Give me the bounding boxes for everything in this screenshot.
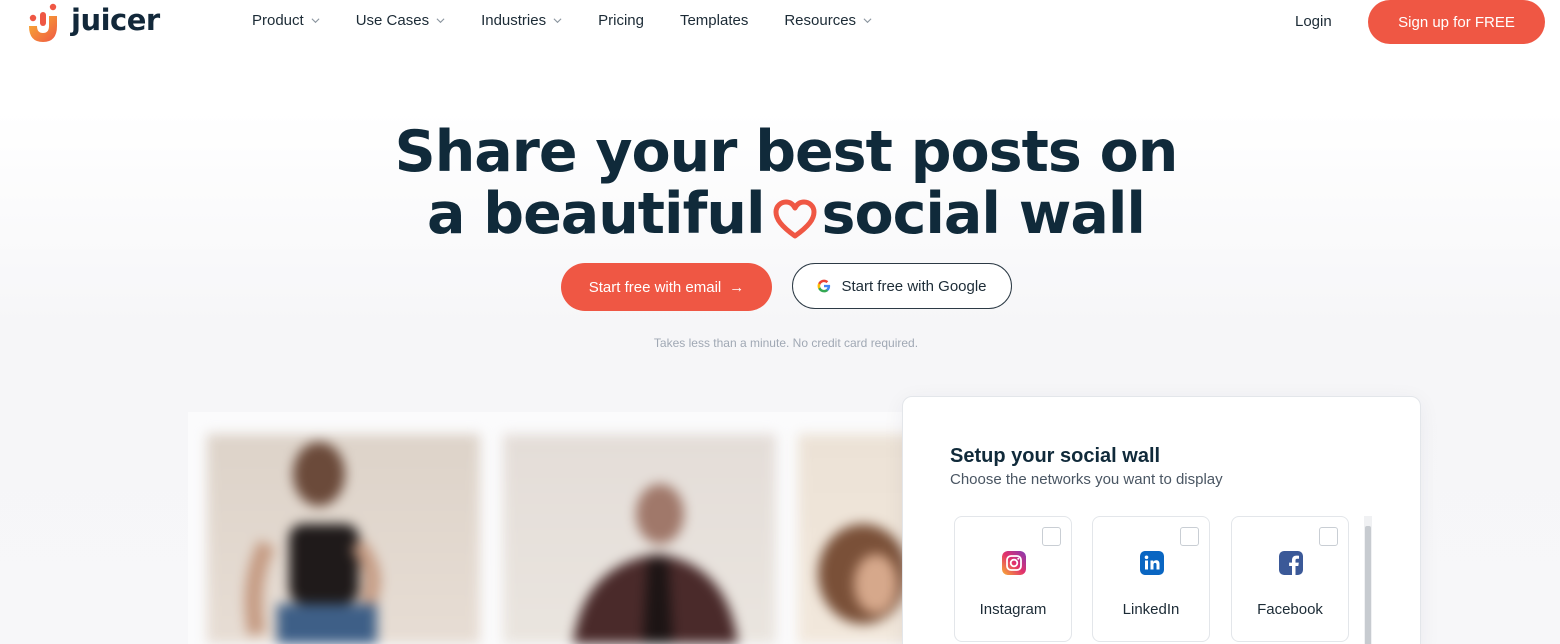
hero-line-2a: a beautiful [427,181,766,247]
network-option-facebook[interactable]: Facebook [1231,516,1349,642]
nav-item-industries[interactable]: Industries [481,12,562,29]
nav-item-label: Use Cases [355,12,430,29]
network-label: Facebook [1257,601,1323,618]
signup-note: Takes less than a minute. No credit card… [653,336,919,350]
network-label: LinkedIn [1122,601,1180,618]
juicer-logo[interactable]: juicer [27,2,160,42]
instagram-checkbox[interactable] [1042,527,1061,546]
nav-item-label: Industries [481,12,547,29]
chevron-down-icon [436,18,445,24]
nav-item-label: Resources [784,12,857,29]
network-list-scrollbar[interactable] [1364,516,1372,644]
brand-name: juicer [71,2,160,37]
hero-line-2b: social wall [821,181,1146,247]
main-nav: Product Use Cases Industries Pricing Tem… [252,12,908,29]
start-free-google-button[interactable]: Start free with Google [792,263,1012,309]
nav-item-product[interactable]: Product [252,12,320,29]
heart-icon [773,199,817,239]
facebook-icon [1279,551,1303,575]
signup-button[interactable]: Sign up for FREE [1368,0,1545,44]
nav-item-templates[interactable]: Templates [680,12,748,29]
start-free-email-label: Start free with email [588,278,722,296]
login-link[interactable]: Login [1295,13,1332,30]
preview-photo-man [503,434,776,644]
nav-item-pricing[interactable]: Pricing [598,12,644,29]
scrollbar-thumb[interactable] [1365,526,1371,644]
setup-social-wall-card: Setup your social wall Choose the networ… [902,396,1421,644]
setup-subtitle: Choose the networks you want to display [950,471,1223,488]
nav-item-label: Product [252,12,304,29]
network-option-linkedin[interactable]: LinkedIn [1092,516,1210,642]
chevron-down-icon [311,18,320,24]
nav-item-label: Pricing [598,12,644,29]
juicer-logo-icon [29,3,57,42]
chevron-down-icon [863,18,872,24]
arrow-right-icon: → [729,278,745,296]
google-icon [818,279,831,293]
nav-item-use-cases[interactable]: Use Cases [356,12,445,29]
network-label: Instagram [979,601,1047,618]
instagram-icon [1002,551,1026,575]
linkedin-icon [1140,551,1164,575]
start-free-google-label: Start free with Google [841,277,987,295]
linkedin-checkbox[interactable] [1180,527,1199,546]
chevron-down-icon [553,18,562,24]
site-header: juicer Product Use Cases Industries Pric… [0,0,1560,44]
preview-photo-woman [207,434,480,644]
setup-title: Setup your social wall [950,445,1161,467]
hero-headline: Share your best posts on a beautiful soci… [0,121,1560,245]
facebook-checkbox[interactable] [1319,527,1338,546]
hero-line-1: Share your best posts on [394,119,1179,185]
start-free-email-button[interactable]: Start free with email → [561,263,772,311]
nav-item-label: Templates [679,12,749,29]
nav-item-resources[interactable]: Resources [784,12,872,29]
network-option-instagram[interactable]: Instagram [954,516,1072,642]
